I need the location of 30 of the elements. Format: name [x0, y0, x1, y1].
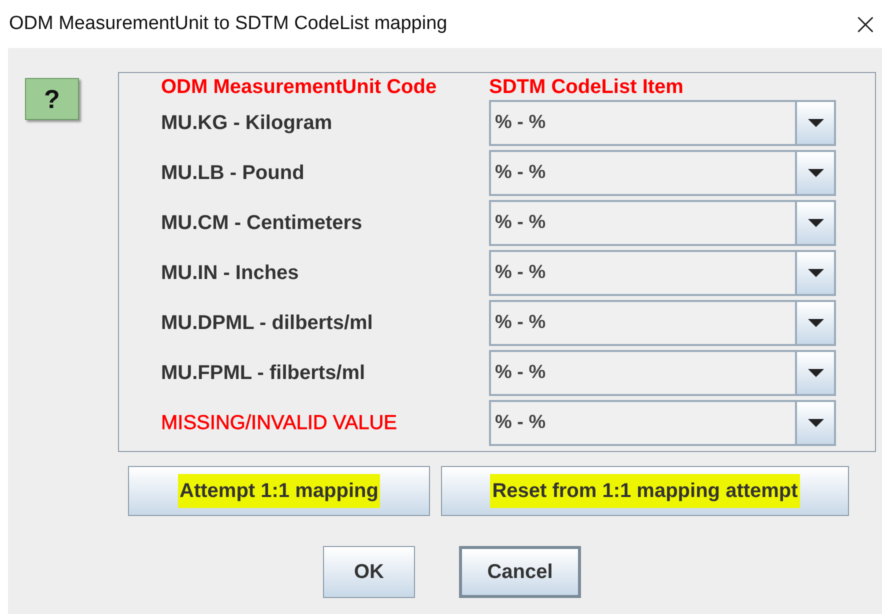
close-button[interactable]: ×: [852, 6, 882, 42]
caret-icon: [806, 118, 824, 128]
column-header: ODM MeasurementUnit Code: [161, 76, 438, 98]
column-header: SDTM CodeList Item: [489, 76, 684, 98]
window-title: ODM MeasurementUnit to SDTM CodeList mapping: [9, 13, 448, 35]
action-button[interactable]: Reset from 1:1 mapping attempt: [441, 466, 849, 516]
codelist-dropdown[interactable]: % - %: [489, 350, 836, 396]
codelist-dropdown[interactable]: % - %: [489, 100, 836, 146]
caret-icon: [806, 318, 824, 328]
codelist-dropdown[interactable]: % - %: [489, 400, 836, 446]
ok-button[interactable]: OK: [323, 546, 415, 598]
codelist-dropdown[interactable]: % - %: [489, 300, 836, 346]
unit-label: MU.IN - Inches: [161, 262, 300, 284]
cancel-button[interactable]: Cancel: [459, 546, 581, 598]
unit-label: MU.LB - Pound: [161, 162, 306, 184]
caret-icon: [806, 418, 824, 428]
codelist-dropdown[interactable]: % - %: [489, 250, 836, 296]
codelist-dropdown[interactable]: % - %: [489, 150, 836, 196]
caret-icon: [806, 218, 824, 228]
codelist-dropdown[interactable]: % - %: [489, 200, 836, 246]
caret-icon: [806, 268, 824, 278]
unit-label: MU.CM - Centimeters: [161, 212, 364, 234]
unit-label: MU.DPML - dilberts/ml: [161, 312, 374, 334]
action-button[interactable]: Attempt 1:1 mapping: [128, 466, 430, 516]
unit-label: MU.FPML - filberts/ml: [161, 362, 366, 384]
unit-label: MISSING/INVALID VALUE: [161, 412, 398, 434]
caret-icon: [806, 368, 824, 378]
caret-icon: [806, 168, 824, 178]
unit-label: MU.KG - Kilogram: [161, 112, 334, 134]
help-button[interactable]: ?: [25, 78, 79, 120]
